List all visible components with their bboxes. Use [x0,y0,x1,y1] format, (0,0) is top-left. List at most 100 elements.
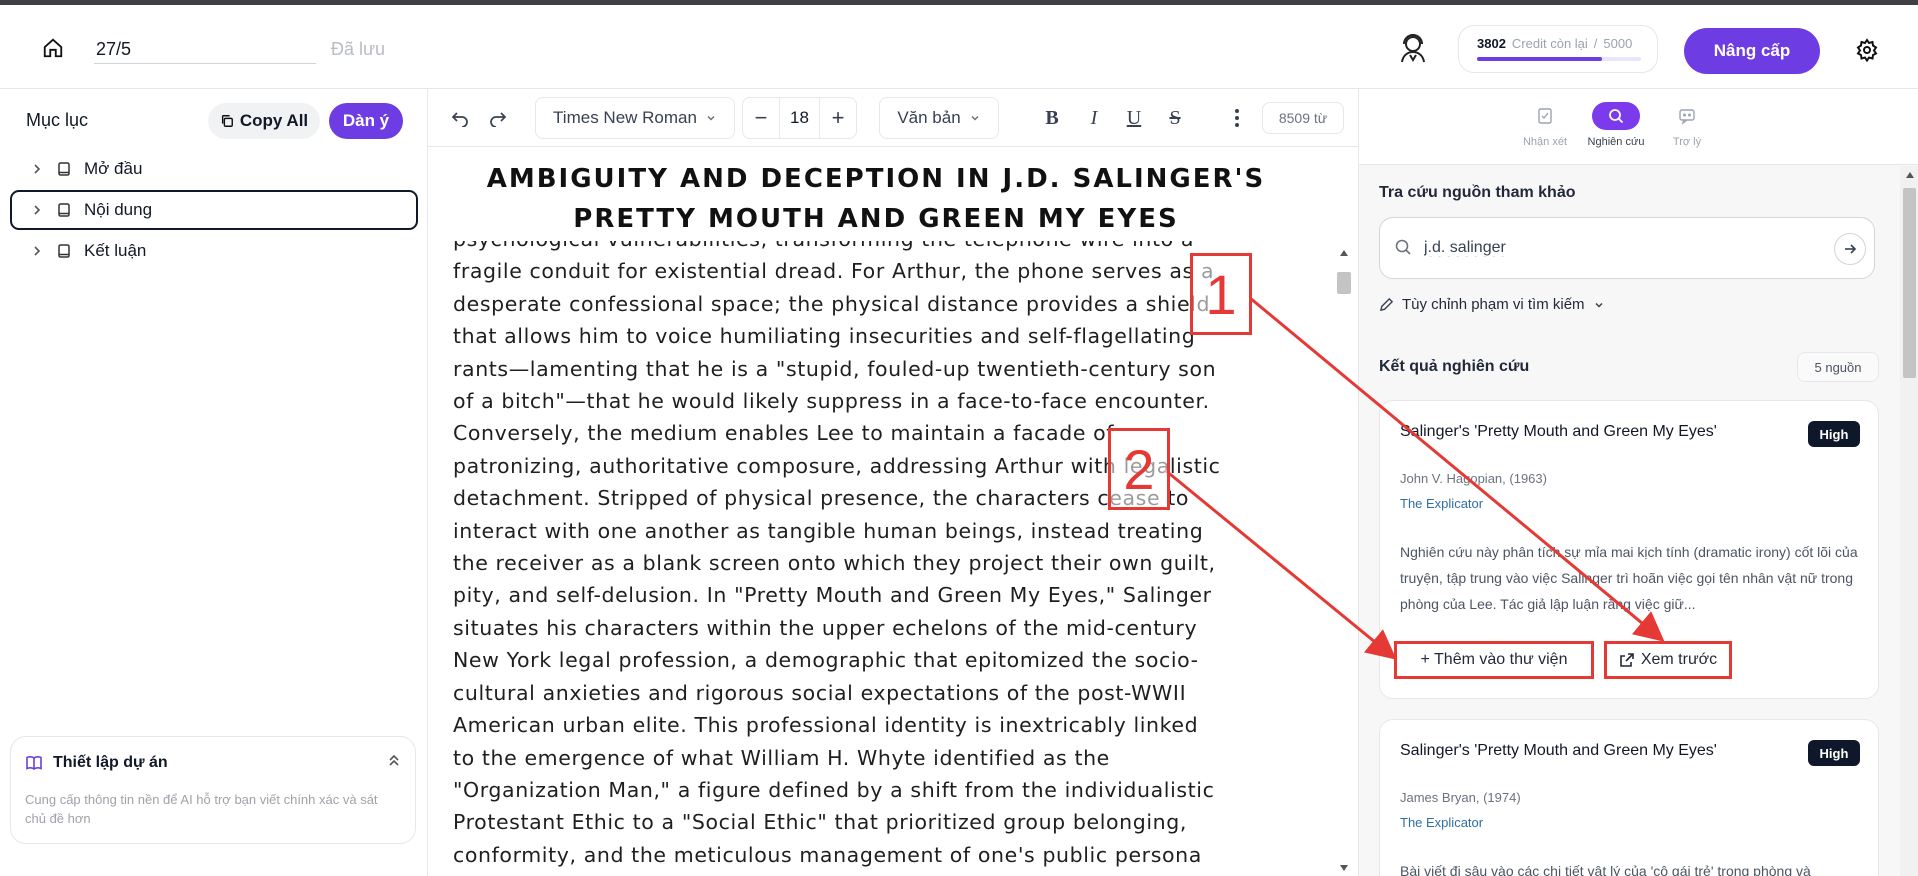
editor-scroll-thumb[interactable] [1337,272,1351,294]
search-submit-button[interactable] [1834,233,1866,265]
redo-icon [490,112,507,127]
copy-icon [221,115,233,127]
toc-item-label: Mở đầu [84,159,143,178]
book-icon [58,162,70,176]
collapse-toggle[interactable] [387,753,401,772]
body-line: situates his characters within the upper… [453,615,1198,640]
result-journal: The Explicator [1400,815,1484,830]
undo-icon [451,112,468,127]
font-size-value[interactable]: 18 [779,98,820,138]
italic-icon: I [1090,106,1098,129]
search-icon [1395,239,1411,255]
credit-progress-bar [1477,57,1641,61]
book-icon [58,244,70,258]
credit-remaining: 3802 [1477,36,1506,51]
settings-button[interactable] [1852,35,1882,65]
chevron-down-icon [971,115,979,121]
body-line: conformity, and the meticulous managemen… [453,842,1202,867]
result-title[interactable]: Salinger's 'Pretty Mouth and Green My Ey… [1400,423,1717,441]
document-title-input[interactable] [94,36,316,64]
decrease-font-size-button[interactable]: − [743,98,779,138]
search-scope-label: Tùy chỉnh phạm vi tìm kiếm [1402,296,1585,313]
body-line: to the emergence of what William H. Whyt… [453,745,1110,770]
home-icon [43,38,63,58]
preview-button[interactable]: Xem trước [1604,641,1732,679]
toc-item-noi-dung[interactable]: Nội dung [10,190,418,230]
toc-item-ket-luan[interactable]: Kết luận [10,231,418,271]
relevance-badge: High [1808,740,1860,766]
text-style-select[interactable]: Văn bản [879,97,999,139]
body-line: detachment. Stripped of physical presenc… [453,486,1190,511]
scroll-down-icon[interactable] [1339,864,1349,872]
chevron-right-icon[interactable] [30,203,44,217]
body-line: of a bitch"—that he would likely suppres… [453,389,1210,414]
scroll-up-icon[interactable] [1905,171,1915,179]
font-size-stepper: − 18 + [742,97,857,139]
font-family-value: Times New Roman [553,108,697,127]
body-line: "Organization Man," a figure defined by … [453,777,1215,802]
result-card: Salinger's 'Pretty Mouth and Green My Ey… [1379,400,1879,699]
results-section-title: Kết quả nghiên cứu [1379,358,1530,375]
toc-item-mo-dau[interactable]: Mở đầu [10,149,418,189]
document-body-viewport[interactable]: psychological vulnerabilities, transform… [428,241,1332,876]
pencil-icon [1379,297,1394,312]
credit-separator: / [1593,36,1598,51]
gear-icon [1856,38,1878,62]
tab-label: Trợ lý [1672,136,1702,148]
tab-assistant[interactable]: Trợ lý [1652,102,1722,148]
strikethrough-button[interactable]: S [1161,104,1189,132]
body-line: Protestant Ethic to a "Social Ethic" tha… [453,810,1187,835]
bold-icon: B [1045,106,1059,129]
credit-progress-fill [1477,57,1602,61]
outline-button[interactable]: Dàn ý [329,103,403,139]
save-status: Đã lưu [331,39,386,59]
result-journal: The Explicator [1400,496,1484,511]
document-body-text[interactable]: psychological vulnerabilities, transform… [453,241,1332,871]
reference-search-box [1379,217,1875,279]
bold-button[interactable]: B [1038,104,1066,132]
project-setup-panel: Thiết lập dự án Cung cấp thông tin nền đ… [10,736,416,844]
chevron-right-icon[interactable] [30,162,44,176]
chevron-right-icon[interactable] [30,244,44,258]
body-line: patronizing, authoritative composure, ad… [453,453,1221,478]
right-panel-scroll-thumb[interactable] [1903,188,1916,378]
tab-research[interactable]: Nghiên cứu [1581,102,1651,148]
strikethrough-icon: S [1169,106,1181,129]
search-scope-toggle[interactable]: Tùy chỉnh phạm vi tìm kiếm [1379,296,1605,313]
body-line: Conversely, the medium enables Lee to ma… [453,421,1115,446]
redo-button[interactable] [484,104,512,132]
home-button[interactable] [38,33,68,63]
tab-review[interactable]: Nhận xét [1510,102,1580,148]
upgrade-button[interactable]: Nâng cấp [1684,28,1820,74]
right-panel-tabs: Nhận xét Nghiên cứu Trợ lý [1359,89,1918,165]
result-author: John V. Hagopian, (1963) [1400,471,1547,486]
text-style-value: Văn bản [897,108,961,127]
external-link-icon [1620,653,1634,667]
undo-button[interactable] [446,104,474,132]
body-line: interact with one another as tangible hu… [453,518,1204,543]
results-count-badge: 5 nguồn [1797,352,1879,382]
preview-label: Xem trước [1640,651,1718,668]
scroll-up-icon[interactable] [1339,249,1349,257]
heading-line-2: PRETTY MOUTH AND GREEN MY EYES [573,204,1179,234]
increase-font-size-button[interactable]: + [820,98,856,138]
chat-icon [1679,109,1695,125]
chevrons-up-icon [389,754,399,766]
font-family-select[interactable]: Times New Roman [535,97,735,139]
add-to-library-button[interactable]: + Thêm vào thư viện [1394,641,1594,679]
search-icon [1609,109,1624,124]
result-abstract: Nghiên cứu này phân tích sự mỉa mai kịch… [1400,544,1858,612]
reference-search-input[interactable] [1424,234,1804,262]
right-panel-scrollbar[interactable] [1900,166,1918,876]
copy-all-button[interactable]: Copy All [208,103,320,139]
editor-scrollbar[interactable] [1334,245,1354,876]
italic-button[interactable]: I [1080,104,1108,132]
research-panel: Nhận xét Nghiên cứu Trợ lý Tra cứu nguồn… [1358,89,1918,876]
support-agent-icon[interactable] [1396,31,1430,65]
credit-total: 5000 [1603,36,1633,51]
more-options-button[interactable] [1223,104,1251,132]
underline-button[interactable]: U [1120,104,1148,132]
result-title[interactable]: Salinger's 'Pretty Mouth and Green My Ey… [1400,742,1717,760]
result-card: Salinger's 'Pretty Mouth and Green My Ey… [1379,719,1879,876]
toc-title: Mục lục [26,110,89,130]
